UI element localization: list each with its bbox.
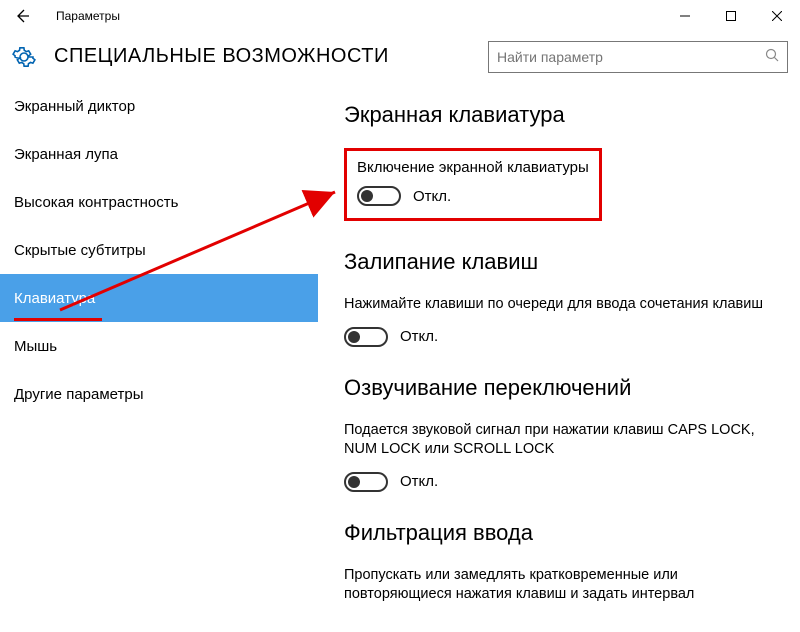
sidebar-item-label: Высокая контрастность xyxy=(14,194,178,211)
sidebar-item-label: Мышь xyxy=(14,338,57,355)
search-icon xyxy=(765,48,779,65)
content-pane: Экранная клавиатура Включение экранной к… xyxy=(318,82,800,632)
section-heading-sticky-keys: Залипание клавиш xyxy=(344,249,774,275)
section-heading-toggle-keys: Озвучивание переключений xyxy=(344,375,774,401)
toggle-knob xyxy=(348,331,360,343)
annotation-highlight-box: Включение экранной клавиатуры Откл. xyxy=(344,148,602,221)
sidebar-item-closed-captions[interactable]: Скрытые субтитры xyxy=(0,226,318,274)
back-button[interactable] xyxy=(8,2,36,30)
page-title: СПЕЦИАЛЬНЫЕ ВОЗМОЖНОСТИ xyxy=(54,45,389,68)
option-description: Подается звуковой сигнал при нажатии кла… xyxy=(344,421,774,460)
toggle-onscreen-keyboard[interactable] xyxy=(357,186,401,206)
sidebar-item-narrator[interactable]: Экранный диктор xyxy=(0,82,318,130)
window-title: Параметры xyxy=(56,9,120,23)
sidebar-item-label: Скрытые субтитры xyxy=(14,242,146,259)
toggle-sticky-keys[interactable] xyxy=(344,327,388,347)
sidebar-item-label: Экранный диктор xyxy=(14,98,135,115)
close-button[interactable] xyxy=(754,0,800,32)
section-heading-onscreen-keyboard: Экранная клавиатура xyxy=(344,102,774,128)
toggle-state-label: Откл. xyxy=(400,473,438,490)
sidebar-item-other[interactable]: Другие параметры xyxy=(0,370,318,418)
window-controls xyxy=(662,0,800,32)
search-box[interactable] xyxy=(488,41,788,73)
sidebar-item-mouse[interactable]: Мышь xyxy=(0,322,318,370)
toggle-state-label: Откл. xyxy=(413,188,451,205)
sidebar: Экранный диктор Экранная лупа Высокая ко… xyxy=(0,82,318,632)
sidebar-item-label: Экранная лупа xyxy=(14,146,118,163)
minimize-button[interactable] xyxy=(662,0,708,32)
option-description: Нажимайте клавиши по очереди для ввода с… xyxy=(344,295,774,315)
section-heading-filter-keys: Фильтрация ввода xyxy=(344,520,774,546)
close-icon xyxy=(772,11,782,21)
toggle-toggle-keys[interactable] xyxy=(344,472,388,492)
sidebar-item-magnifier[interactable]: Экранная лупа xyxy=(0,130,318,178)
sidebar-item-high-contrast[interactable]: Высокая контрастность xyxy=(0,178,318,226)
arrow-left-icon xyxy=(14,8,30,24)
toggle-knob xyxy=(348,476,360,488)
toggle-state-label: Откл. xyxy=(400,328,438,345)
titlebar: Параметры xyxy=(0,0,800,32)
header: СПЕЦИАЛЬНЫЕ ВОЗМОЖНОСТИ xyxy=(0,32,800,82)
maximize-button[interactable] xyxy=(708,0,754,32)
sidebar-item-label: Другие параметры xyxy=(14,386,144,403)
minimize-icon xyxy=(680,11,690,21)
option-description: Пропускать или замедлять кратковременные… xyxy=(344,566,774,605)
gear-icon xyxy=(12,45,36,69)
sidebar-item-label: Клавиатура xyxy=(14,290,95,307)
maximize-icon xyxy=(726,11,736,21)
sidebar-item-keyboard[interactable]: Клавиатура xyxy=(0,274,318,322)
option-label: Включение экранной клавиатуры xyxy=(357,159,589,176)
toggle-knob xyxy=(361,190,373,202)
search-input[interactable] xyxy=(497,49,765,65)
